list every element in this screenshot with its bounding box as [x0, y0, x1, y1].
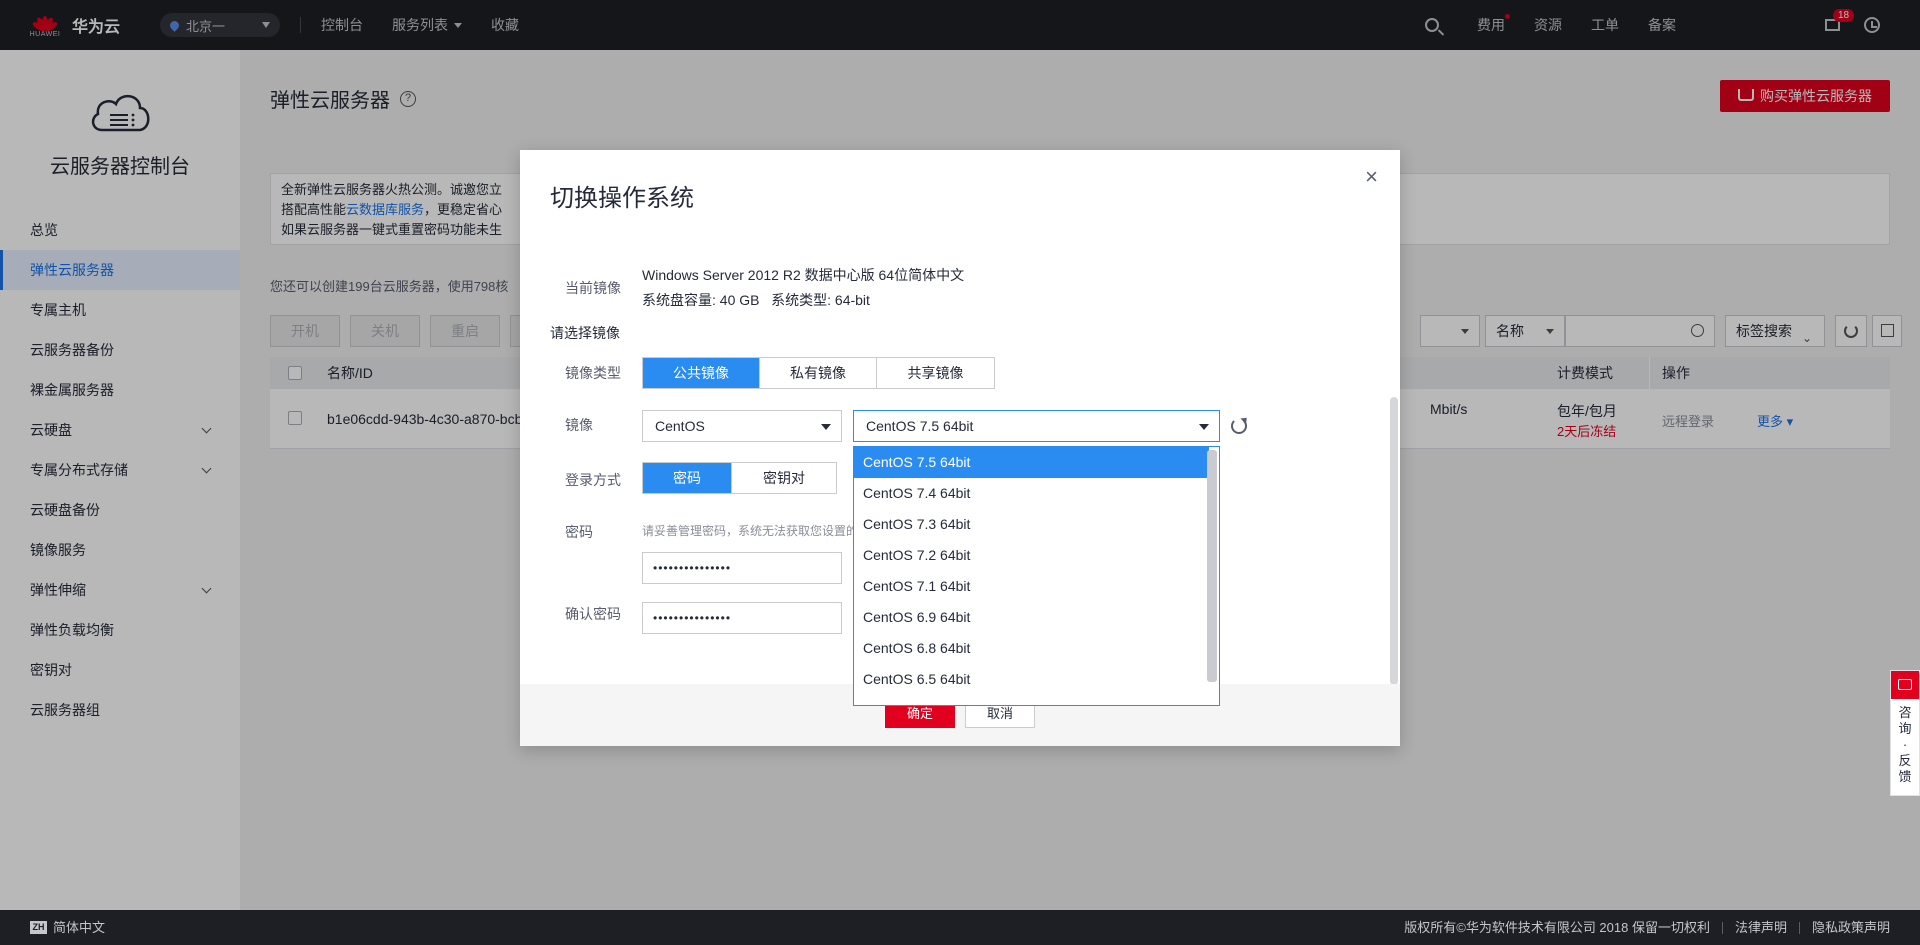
- current-image-label: 当前镜像: [565, 278, 621, 298]
- choose-image-heading: 请选择镜像: [550, 323, 620, 343]
- language-switch[interactable]: ZH 简体中文: [30, 910, 105, 945]
- privacy-link[interactable]: 隐私政策声明: [1812, 910, 1890, 945]
- dropdown-scrollbar[interactable]: [1207, 450, 1217, 682]
- login-method-label: 登录方式: [565, 470, 621, 490]
- image-type-tabs: 公共镜像 私有镜像 共享镜像: [642, 357, 995, 389]
- footer: ZH 简体中文 版权所有©华为软件技术有限公司 2018 保留一切权利 法律声明…: [0, 910, 1920, 945]
- dialog-title: 切换操作系统: [550, 178, 694, 213]
- copyright: 版权所有©华为软件技术有限公司 2018 保留一切权利: [1404, 910, 1710, 945]
- dropdown-option[interactable]: CentOS 7.1 64bit: [854, 571, 1209, 602]
- tab-password[interactable]: 密码: [643, 463, 732, 493]
- dropdown-list: CentOS 7.5 64bitCentOS 7.4 64bitCentOS 7…: [854, 447, 1219, 695]
- legal-link[interactable]: 法律声明: [1735, 910, 1787, 945]
- dropdown-option[interactable]: CentOS 7.4 64bit: [854, 478, 1209, 509]
- dropdown-option[interactable]: CentOS 7.2 64bit: [854, 540, 1209, 571]
- language-icon: ZH: [30, 921, 47, 934]
- current-image-spec: 系统盘容量: 40 GB 系统类型: 64-bit: [642, 290, 870, 310]
- language-label: 简体中文: [53, 910, 105, 945]
- tab-public-image[interactable]: 公共镜像: [643, 358, 760, 388]
- tab-keypair[interactable]: 密钥对: [732, 463, 836, 493]
- chat-icon: [1891, 671, 1919, 699]
- dropdown-option[interactable]: CentOS 7.5 64bit: [854, 447, 1209, 478]
- os-version-value: CentOS 7.5 64bit: [866, 418, 973, 434]
- feedback-label: 咨询·反馈: [1898, 705, 1912, 785]
- tab-shared-image[interactable]: 共享镜像: [877, 358, 994, 388]
- refresh-icon[interactable]: [1231, 418, 1247, 434]
- chevron-down-icon: [821, 424, 831, 430]
- image-type-label: 镜像类型: [565, 363, 621, 383]
- image-label: 镜像: [565, 415, 593, 435]
- confirm-password-label: 确认密码: [565, 604, 621, 624]
- tab-private-image[interactable]: 私有镜像: [760, 358, 877, 388]
- password-input[interactable]: •••••••••••••••: [642, 552, 842, 584]
- dropdown-option[interactable]: CentOS 6.9 64bit: [854, 602, 1209, 633]
- dropdown-option[interactable]: CentOS 7.3 64bit: [854, 509, 1209, 540]
- os-family-select[interactable]: CentOS: [642, 410, 842, 442]
- login-method-tabs: 密码 密钥对: [642, 462, 837, 494]
- dialog-scrollbar[interactable]: [1390, 397, 1398, 685]
- password-label: 密码: [565, 522, 593, 542]
- os-version-dropdown: CentOS 7.5 64bitCentOS 7.4 64bitCentOS 7…: [853, 446, 1220, 706]
- dropdown-option[interactable]: CentOS 6.8 64bit: [854, 633, 1209, 664]
- confirm-password-input[interactable]: •••••••••••••••: [642, 602, 842, 634]
- os-family-value: CentOS: [655, 418, 705, 434]
- dropdown-option[interactable]: CentOS 6.5 64bit: [854, 664, 1209, 695]
- os-version-select[interactable]: CentOS 7.5 64bit: [853, 410, 1220, 442]
- password-hint: 请妥善管理密码，系统无法获取您设置的: [642, 522, 858, 539]
- footer-divider: [1799, 922, 1800, 934]
- feedback-tab[interactable]: 咨询·反馈: [1890, 670, 1920, 796]
- footer-divider: [1722, 922, 1723, 934]
- chevron-down-icon: [1199, 424, 1209, 430]
- current-image-name: Windows Server 2012 R2 数据中心版 64位简体中文: [642, 265, 964, 285]
- close-icon[interactable]: ×: [1365, 164, 1378, 190]
